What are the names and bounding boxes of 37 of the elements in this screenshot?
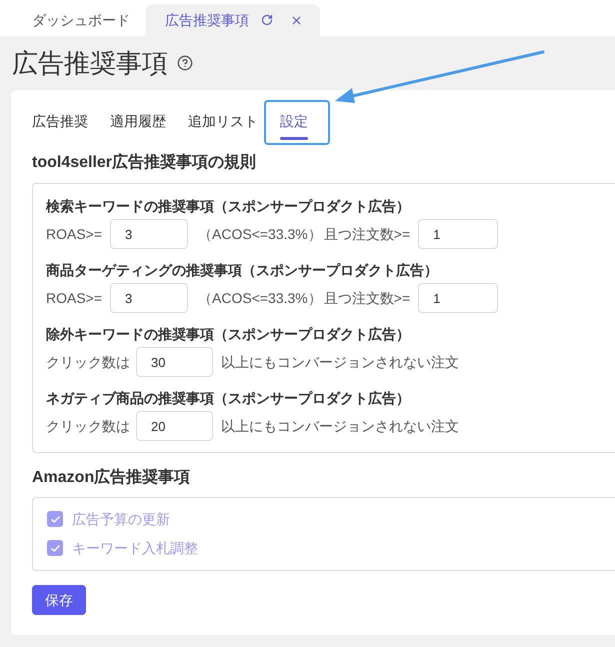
acos-note: （ACOS<=33.3%） xyxy=(198,288,322,308)
rule-title: 商品ターゲティングの推奨事項（スポンサープロダクト広告） xyxy=(46,261,439,279)
check-icon xyxy=(50,516,60,522)
help-icon[interactable] xyxy=(177,55,193,71)
field-label: ROAS>= xyxy=(46,224,102,244)
field-suffix: 以上にもコンバージョンされない注文 xyxy=(221,416,459,436)
rule-title: 検索キーワードの推奨事項（スポンサープロダクト広告） xyxy=(46,197,411,215)
number-field[interactable]: 1 xyxy=(418,283,498,313)
rule-title: 除外キーワードの推奨事項（スポンサープロダクト広告） xyxy=(46,325,411,343)
tab[interactable]: 広告推奨 xyxy=(32,111,88,141)
number-field[interactable]: 1 xyxy=(418,219,498,249)
save-button[interactable]: 保存 xyxy=(32,585,86,615)
option-label: 広告予算の更新 xyxy=(72,510,170,528)
tab[interactable]: 設定 xyxy=(280,111,308,141)
field-suffix: 以上にもコンバージョンされない注文 xyxy=(221,352,459,372)
field-label: 且つ注文数>= xyxy=(324,224,410,244)
tab[interactable]: 追加リスト xyxy=(188,111,258,141)
refresh-icon[interactable] xyxy=(261,14,273,26)
field-label: ROAS>= xyxy=(46,288,102,308)
section-title: Amazon広告推奨事項 xyxy=(32,468,192,488)
section-title: tool4seller広告推奨事項の規則 xyxy=(32,153,258,173)
number-field[interactable]: 20 xyxy=(136,411,213,441)
window-tab[interactable]: 広告推奨事項 xyxy=(146,4,320,36)
tab[interactable]: 適用履歴 xyxy=(110,111,166,141)
field-label: クリック数は xyxy=(46,416,130,436)
field-label: 且つ注文数>= xyxy=(324,288,410,308)
rule-title: ネガティブ商品の推奨事項（スポンサープロダクト広告） xyxy=(46,389,411,407)
close-icon[interactable] xyxy=(290,14,303,26)
number-field[interactable]: 3 xyxy=(110,219,188,249)
check-icon xyxy=(50,544,60,552)
field-label: クリック数は xyxy=(46,352,130,372)
highlight-frame xyxy=(264,100,330,145)
number-field[interactable]: 30 xyxy=(136,347,213,377)
option-label: キーワード入札調整 xyxy=(72,538,198,558)
number-field[interactable]: 3 xyxy=(110,283,188,313)
page-title: 広告推奨事項 xyxy=(12,47,168,79)
acos-note: （ACOS<=33.3%） xyxy=(198,224,322,244)
